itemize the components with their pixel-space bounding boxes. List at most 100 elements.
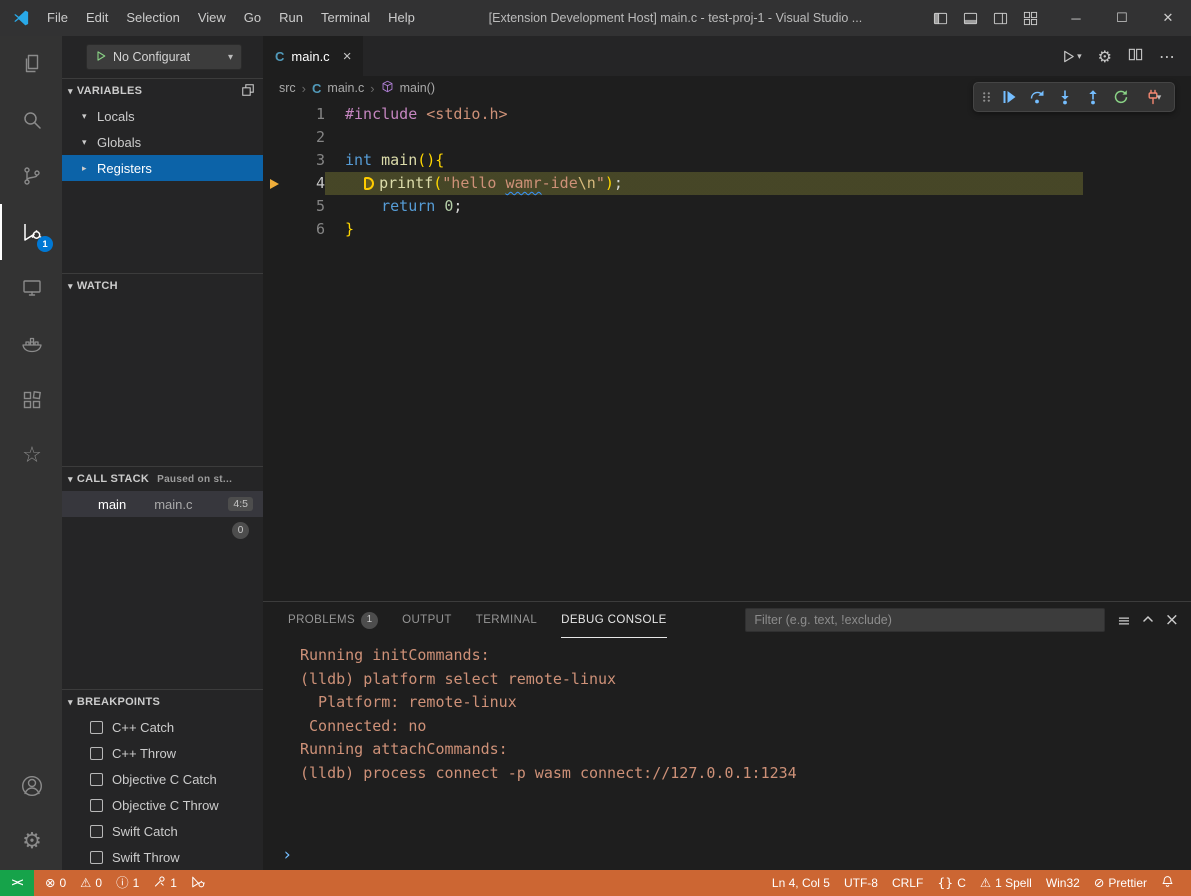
stack-frame-row[interactable]: main main.c 4:5 xyxy=(62,491,263,517)
restart-icon[interactable] xyxy=(1108,84,1134,110)
disconnect-icon[interactable]: ▾ xyxy=(1136,84,1170,110)
console-filter-input[interactable] xyxy=(745,608,1105,632)
maximize-button[interactable]: ☐ xyxy=(1099,0,1145,36)
split-editor-icon[interactable] xyxy=(1128,47,1143,65)
more-actions-icon[interactable]: ⋯ xyxy=(1159,47,1175,66)
breakpoint-item[interactable]: Swift Throw xyxy=(62,844,263,870)
maximize-panel-icon[interactable] xyxy=(1141,612,1155,629)
remote-indicator[interactable]: >< xyxy=(0,870,34,896)
panel-tab-terminal[interactable]: TERMINAL xyxy=(476,602,537,638)
toggle-sidebar-icon[interactable] xyxy=(927,5,953,31)
breakpoint-gutter[interactable] xyxy=(263,103,285,126)
status-language-mode[interactable]: {}C xyxy=(930,870,973,896)
panel-tab-debug-console[interactable]: DEBUG CONSOLE xyxy=(561,602,667,638)
activity-run-and-debug[interactable]: 1 xyxy=(0,204,62,260)
breadcrumb-src[interactable]: src xyxy=(279,81,296,95)
variables-item-registers[interactable]: ▸Registers xyxy=(62,155,263,181)
toggle-panel-icon[interactable] xyxy=(957,5,983,31)
close-tab-icon[interactable]: × xyxy=(343,48,352,65)
activity-search[interactable] xyxy=(0,92,62,148)
code-line-4[interactable]: 4 printf("hello wamr-ide\n"); xyxy=(263,172,1191,195)
activity-extensions[interactable] xyxy=(0,372,62,428)
panel-tab-problems[interactable]: PROBLEMS1 xyxy=(288,602,378,638)
debug-console[interactable]: Running initCommands:(lldb) platform sel… xyxy=(263,638,1191,870)
gear-icon[interactable]: ⚙ xyxy=(1098,47,1112,66)
menu-edit[interactable]: Edit xyxy=(77,0,117,36)
status-platform[interactable]: Win32 xyxy=(1039,870,1087,896)
variables-item-globals[interactable]: ▾Globals xyxy=(62,129,263,155)
tab-main-c[interactable]: C main.c × xyxy=(263,36,364,76)
breakpoint-checkbox[interactable] xyxy=(90,851,103,864)
status-warnings[interactable]: ⚠0 xyxy=(73,870,109,896)
code-editor[interactable]: 1#include <stdio.h>23int main(){4 printf… xyxy=(263,100,1191,601)
activity-source-control[interactable] xyxy=(0,148,62,204)
breakpoint-gutter[interactable] xyxy=(263,126,285,149)
step-out-icon[interactable] xyxy=(1080,84,1106,110)
code-line-5[interactable]: 5 return 0; xyxy=(263,195,1191,218)
breakpoint-gutter[interactable] xyxy=(263,172,285,195)
debug-config-dropdown[interactable]: No Configurat ▾ xyxy=(86,44,242,70)
status-prettier[interactable]: ⊘Prettier xyxy=(1087,870,1154,896)
menu-terminal[interactable]: Terminal xyxy=(312,0,379,36)
breakpoint-gutter[interactable] xyxy=(263,218,285,241)
activity-accounts[interactable] xyxy=(0,758,62,814)
activity-remote-explorer[interactable] xyxy=(0,260,62,316)
menu-run[interactable]: Run xyxy=(270,0,312,36)
menu-view[interactable]: View xyxy=(189,0,235,36)
breadcrumb-symbol[interactable]: main() xyxy=(400,81,435,95)
activity-star[interactable]: ☆ xyxy=(0,428,62,484)
breakpoint-item[interactable]: Swift Catch xyxy=(62,818,263,844)
start-debug-icon[interactable] xyxy=(95,50,107,65)
menu-help[interactable]: Help xyxy=(379,0,424,36)
code-line-2[interactable]: 2 xyxy=(263,126,1191,149)
status-infos[interactable]: ⓘ1 xyxy=(109,870,146,896)
activity-docker[interactable] xyxy=(0,316,62,372)
step-into-icon[interactable] xyxy=(1052,84,1078,110)
menu-go[interactable]: Go xyxy=(235,0,270,36)
close-panel-icon[interactable]: × xyxy=(1165,610,1179,630)
activity-explorer[interactable] xyxy=(0,36,62,92)
status-cursor-position[interactable]: Ln 4, Col 5 xyxy=(765,870,837,896)
breakpoint-checkbox[interactable] xyxy=(90,773,103,786)
status-tools[interactable]: 1 xyxy=(146,870,184,896)
breakpoints-header[interactable]: ▾ BREAKPOINTS xyxy=(62,690,263,714)
breakpoint-checkbox[interactable] xyxy=(90,747,103,760)
breakpoint-gutter[interactable] xyxy=(263,149,285,172)
variables-header[interactable]: ▾ VARIABLES xyxy=(62,79,263,103)
variables-item-locals[interactable]: ▾Locals xyxy=(62,103,263,129)
status-notifications[interactable] xyxy=(1154,870,1181,896)
status-debug-status[interactable] xyxy=(184,870,212,896)
activity-settings[interactable]: ⚙ xyxy=(0,814,62,870)
breadcrumb-file[interactable]: main.c xyxy=(327,81,364,95)
step-over-icon[interactable] xyxy=(1024,84,1050,110)
watch-header[interactable]: ▾ WATCH xyxy=(62,274,263,298)
toggle-secondary-sidebar-icon[interactable] xyxy=(987,5,1013,31)
breakpoint-item[interactable]: C++ Throw xyxy=(62,740,263,766)
code-line-6[interactable]: 6} xyxy=(263,218,1191,241)
drag-grip-icon[interactable] xyxy=(978,84,994,110)
panel-tab-output[interactable]: OUTPUT xyxy=(402,602,452,638)
collapse-all-icon[interactable] xyxy=(241,83,255,100)
menu-file[interactable]: File xyxy=(38,0,77,36)
menu-selection[interactable]: Selection xyxy=(117,0,188,36)
close-button[interactable]: ✕ xyxy=(1145,0,1191,36)
run-or-debug-icon[interactable]: ▾ xyxy=(1061,49,1082,64)
status-spell-status[interactable]: ⚠1 Spell xyxy=(973,870,1039,896)
status-encoding[interactable]: UTF-8 xyxy=(837,870,885,896)
breakpoint-item[interactable]: Objective C Throw xyxy=(62,792,263,818)
customize-layout-icon[interactable] xyxy=(1017,5,1043,31)
filter-lines-icon[interactable]: ≡ xyxy=(1117,611,1130,630)
breakpoint-gutter[interactable] xyxy=(263,195,285,218)
code-line-3[interactable]: 3int main(){ xyxy=(263,149,1191,172)
continue-icon[interactable] xyxy=(996,84,1022,110)
breakpoint-item[interactable]: C++ Catch xyxy=(62,714,263,740)
breakpoint-checkbox[interactable] xyxy=(90,799,103,812)
status-eol[interactable]: CRLF xyxy=(885,870,930,896)
call-stack-header[interactable]: ▾ CALL STACK Paused on st... xyxy=(62,467,263,491)
console-input-row[interactable]: › xyxy=(282,844,1191,866)
status-errors[interactable]: ⊗0 xyxy=(38,870,73,896)
minimize-button[interactable]: ─ xyxy=(1053,0,1099,36)
breakpoint-checkbox[interactable] xyxy=(90,825,103,838)
breakpoint-checkbox[interactable] xyxy=(90,721,103,734)
breakpoint-item[interactable]: Objective C Catch xyxy=(62,766,263,792)
